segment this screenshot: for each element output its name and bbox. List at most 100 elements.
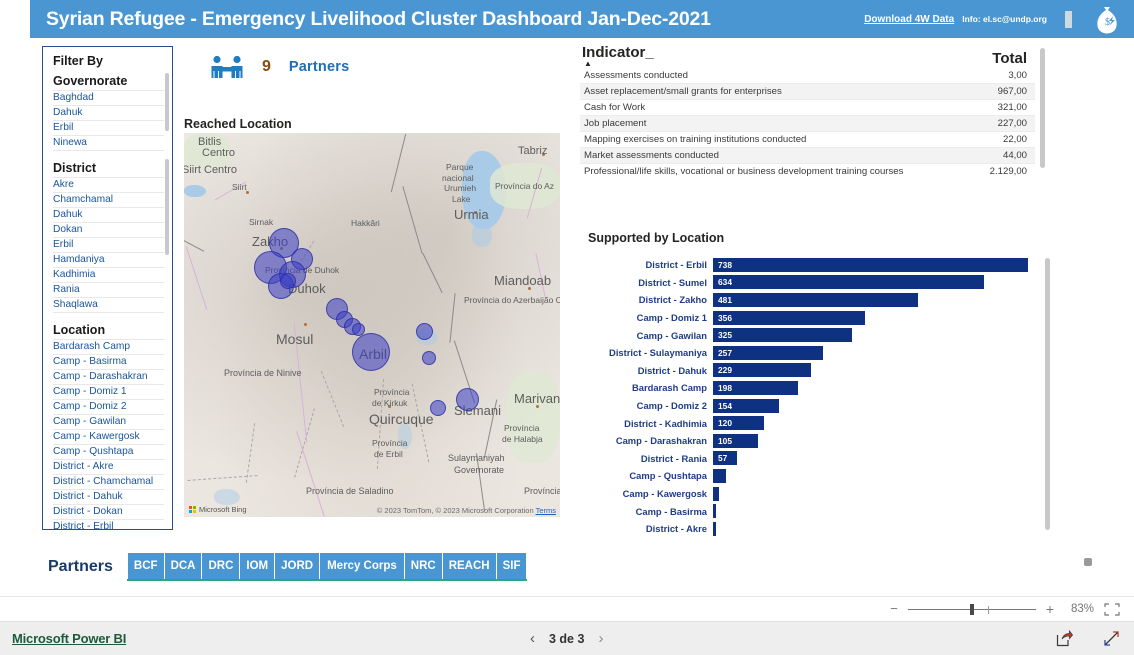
map-terms-link[interactable]: Terms (536, 506, 556, 515)
column-header-total[interactable]: Total (992, 50, 1027, 67)
bar-fill[interactable] (713, 486, 719, 501)
bar-fill[interactable]: 57 (713, 451, 738, 466)
table-row[interactable]: Mapping exercises on training institutio… (580, 132, 1035, 148)
map-location-bubble[interactable] (280, 273, 296, 289)
bar-chart-row[interactable]: District - Sumel 634 (588, 274, 1038, 292)
filter-item-district[interactable]: Shaqlawa (53, 298, 164, 313)
bar-fill[interactable]: 356 (713, 310, 865, 325)
fullscreen-icon[interactable] (1103, 630, 1120, 647)
download-4w-data-link[interactable]: Download 4W Data (864, 14, 954, 25)
zoom-slider[interactable] (907, 603, 1036, 615)
zoom-slider-thumb[interactable] (969, 604, 974, 615)
governorate-scrollbar[interactable] (165, 73, 169, 131)
tab-sif[interactable]: SIF (497, 553, 528, 579)
tab-dca[interactable]: DCA (165, 553, 203, 579)
district-scrollbar[interactable] (165, 159, 169, 255)
filter-item-location[interactable]: District - Akre (53, 460, 164, 475)
filter-item-location[interactable]: Camp - Domiz 1 (53, 385, 164, 400)
indicator-table-scrollbar[interactable] (1040, 48, 1045, 168)
filter-item-location[interactable]: Camp - Darashakran (53, 370, 164, 385)
bar-fill[interactable]: 105 (713, 433, 758, 448)
map-location-bubble[interactable] (456, 388, 479, 411)
reached-location-map[interactable]: Bitlis Centro Siirt Centro Siirt Sirnak Hakkâ… (184, 133, 560, 517)
filter-panel[interactable]: Filter By Governorate Baghdad Dahuk Erbi… (42, 46, 173, 530)
share-icon[interactable] (1056, 629, 1074, 647)
power-bi-brand-link[interactable]: Microsoft Power BI (12, 631, 126, 646)
column-header-indicator[interactable]: Indicator_ (582, 44, 654, 61)
bar-chart-row[interactable]: District - Erbil 738 (588, 256, 1038, 274)
bar-fill[interactable]: 634 (713, 275, 984, 290)
filter-item-governorate[interactable]: Dahuk (53, 106, 164, 121)
tab-jord[interactable]: JORD (275, 553, 321, 579)
map-location-bubble[interactable] (422, 351, 436, 365)
filter-item-location[interactable]: District - Dahuk (53, 490, 164, 505)
filter-item-location[interactable]: Camp - Kawergosk (53, 430, 164, 445)
map-location-bubble[interactable] (430, 400, 446, 416)
tab-drc[interactable]: DRC (202, 553, 241, 579)
filter-item-location[interactable]: Camp - Basirma (53, 355, 164, 370)
filter-item-governorate[interactable]: Baghdad (53, 90, 164, 106)
bar-chart-row[interactable]: Camp - Gawilan 325 (588, 326, 1038, 344)
filter-item-location[interactable]: Camp - Qushtapa (53, 445, 164, 460)
bar-chart-row[interactable]: District - Zakho 481 (588, 291, 1038, 309)
bar-fill[interactable]: 229 (713, 363, 811, 378)
zoom-in-button[interactable]: + (1046, 602, 1054, 616)
bar-chart-row[interactable]: Camp - Domiz 2 154 (588, 397, 1038, 415)
filter-item-district[interactable]: Chamchamal (53, 193, 164, 208)
filter-item-district[interactable]: Kadhimia (53, 268, 164, 283)
bar-chart-row[interactable]: Bardarash Camp 198 (588, 379, 1038, 397)
table-row[interactable]: Asset replacement/small grants for enter… (580, 84, 1035, 100)
filter-item-location[interactable]: District - Erbil (53, 520, 164, 529)
bar-fill[interactable] (713, 468, 726, 483)
bar-fill[interactable]: 325 (713, 328, 852, 343)
filter-item-governorate[interactable]: Erbil (53, 121, 164, 136)
filter-item-governorate[interactable]: Ninewa (53, 136, 164, 151)
bar-chart-row[interactable]: Camp - Domiz 1 356 (588, 309, 1038, 327)
bar-fill[interactable] (713, 504, 716, 519)
bar-fill[interactable]: 738 (713, 257, 1028, 272)
bar-chart-row[interactable]: District - Sulaymaniya 257 (588, 344, 1038, 362)
table-row[interactable]: Professional/life skills, vocational or … (580, 164, 1035, 176)
zoom-out-button[interactable]: − (890, 602, 898, 615)
filter-item-district[interactable]: Dokan (53, 223, 164, 238)
bar-chart-row[interactable]: Camp - Basirma (588, 502, 1038, 520)
filter-item-location[interactable]: Bardarash Camp (53, 339, 164, 355)
map-location-bubble[interactable] (352, 333, 390, 371)
filter-list-location[interactable]: Bardarash Camp Camp - Basirma Camp - Dar… (53, 339, 164, 529)
chevron-right-icon[interactable]: › (598, 631, 603, 646)
table-row[interactable]: Market assessments conducted 44,00 (580, 148, 1035, 164)
bar-chart-scrollbar[interactable] (1045, 258, 1050, 530)
indicator-table[interactable]: Indicator_ ▲ Total Assessments conducted… (580, 44, 1045, 179)
tab-reach[interactable]: REACH (443, 553, 497, 579)
filter-list-governorate[interactable]: Baghdad Dahuk Erbil Ninewa (53, 90, 164, 151)
filter-item-location[interactable]: Camp - Gawilan (53, 415, 164, 430)
sort-ascending-icon[interactable]: ▲ (582, 60, 654, 68)
supported-by-location-chart[interactable]: District - Erbil 738 District - Sumel 634 Di… (588, 256, 1050, 538)
filter-item-district[interactable]: Erbil (53, 238, 164, 253)
bar-chart-row[interactable]: Camp - Kawergosk (588, 485, 1038, 503)
bar-chart-row[interactable]: District - Kadhimia 120 (588, 414, 1038, 432)
tab-nrc[interactable]: NRC (405, 553, 443, 579)
table-row[interactable]: Assessments conducted 3,00 (580, 68, 1035, 84)
filter-item-location[interactable]: District - Chamchamal (53, 475, 164, 490)
filter-item-location[interactable]: District - Dokan (53, 505, 164, 520)
bar-chart-row[interactable]: District - Dahuk 229 (588, 362, 1038, 380)
map-location-bubble[interactable] (416, 323, 433, 340)
partners-tabs[interactable]: BCF DCA DRC IOM JORD Mercy Corps NRC REA… (126, 553, 528, 581)
bar-chart-row[interactable]: Camp - Darashakran 105 (588, 432, 1038, 450)
table-row[interactable]: Job placement 227,00 (580, 116, 1035, 132)
table-row[interactable]: Cash for Work 321,00 (580, 100, 1035, 116)
tab-iom[interactable]: IOM (240, 553, 276, 579)
tab-bcf[interactable]: BCF (126, 553, 165, 579)
fit-to-page-icon[interactable] (1104, 602, 1120, 616)
bar-chart-row[interactable]: District - Akre (588, 520, 1038, 538)
tab-mercy-corps[interactable]: Mercy Corps (320, 553, 405, 579)
filter-list-district[interactable]: Akre Chamchamal Dahuk Dokan Erbil Hamdan… (53, 177, 164, 313)
chevron-left-icon[interactable]: ‹ (530, 631, 535, 646)
bar-fill[interactable]: 257 (713, 345, 823, 360)
bar-chart-row[interactable]: District - Rania 57 (588, 450, 1038, 468)
filter-item-district[interactable]: Dahuk (53, 208, 164, 223)
bar-fill[interactable]: 198 (713, 380, 798, 395)
bar-fill[interactable]: 120 (713, 416, 765, 431)
bar-fill[interactable]: 481 (713, 292, 919, 307)
